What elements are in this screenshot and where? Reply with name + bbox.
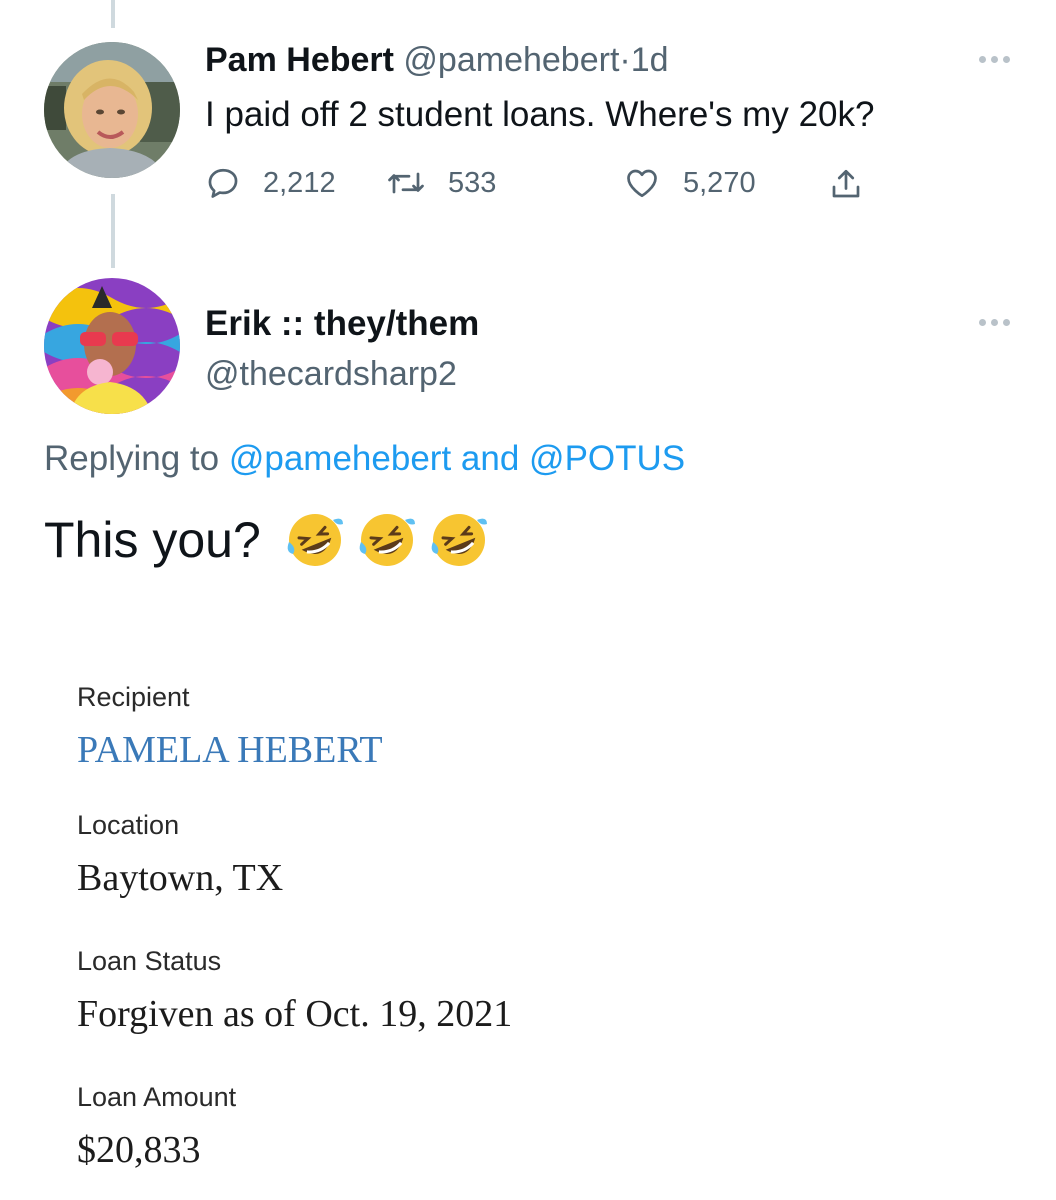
tweet1-author-handle[interactable]: @pamehebert — [403, 41, 619, 79]
avatar-erik[interactable] — [44, 278, 180, 414]
tweet1-timestamp[interactable]: 1d — [631, 41, 669, 79]
share-icon — [832, 169, 860, 198]
rofl-emoji-icon — [287, 514, 343, 566]
tweet1-header: Pam Hebert @pamehebert·1d — [205, 38, 669, 82]
loan-amount-value: $20,833 — [77, 1129, 201, 1171]
tweet2-author-handle[interactable]: @thecardsharp2 — [205, 352, 457, 396]
like-button[interactable]: 5,270 — [623, 165, 756, 201]
loan-status-field: Loan Status Forgiven as of Oct. 19, 2021 — [77, 944, 512, 1038]
location-field: Location Baytown, TX — [77, 808, 283, 902]
retweet-icon — [388, 172, 424, 194]
loan-status-label: Loan Status — [77, 946, 222, 976]
replying-and[interactable]: and — [461, 439, 519, 478]
reply-icon — [208, 168, 238, 198]
reply-button[interactable]: 2,212 — [205, 165, 336, 201]
replying-to-line: Replying to @pamehebert and @POTUS — [44, 436, 685, 482]
like-count: 5,270 — [683, 166, 756, 199]
rofl-emoji-icon — [431, 514, 487, 566]
loan-amount-label: Loan Amount — [77, 1082, 237, 1112]
mention-potus[interactable]: @POTUS — [529, 439, 685, 478]
loan-amount-field: Loan Amount $20,833 — [77, 1080, 236, 1174]
rofl-emoji-icon — [359, 514, 415, 566]
thread-connector-top — [111, 0, 115, 28]
recipient-label: Recipient — [77, 682, 190, 712]
tweet1-text: I paid off 2 student loans. Where's my 2… — [205, 95, 875, 134]
reply-count: 2,212 — [263, 166, 336, 199]
heart-icon — [627, 169, 657, 198]
tweet1-separator: · — [619, 41, 631, 79]
replying-prefix: Replying to — [44, 439, 220, 478]
recipient-field: Recipient PAMELA HEBERT — [77, 680, 383, 774]
recipient-value-link[interactable]: PAMELA HEBERT — [77, 726, 383, 774]
tweet1-action-bar: 2,212 533 5,270 — [205, 165, 905, 205]
avatar-pam-hebert[interactable] — [44, 42, 180, 178]
retweet-count: 533 — [448, 166, 497, 199]
share-button[interactable] — [828, 165, 886, 203]
emoji-group — [283, 508, 491, 572]
tweet2-text-row: This you? — [44, 508, 491, 572]
loan-status-value: Forgiven as of Oct. 19, 2021 — [77, 993, 513, 1035]
tweet2-author-name[interactable]: Erik :: they/them — [205, 302, 479, 346]
thread-connector — [111, 194, 115, 268]
tweet1-author-name[interactable]: Pam Hebert — [205, 41, 394, 79]
mention-pamehebert[interactable]: @pamehebert — [229, 439, 451, 478]
retweet-button[interactable]: 533 — [386, 165, 496, 201]
tweet2-text: This you? — [44, 512, 261, 568]
location-value: Baytown, TX — [77, 857, 284, 899]
more-options-icon[interactable] — [979, 56, 1010, 63]
more-options-icon[interactable] — [979, 319, 1010, 326]
location-label: Location — [77, 810, 180, 840]
